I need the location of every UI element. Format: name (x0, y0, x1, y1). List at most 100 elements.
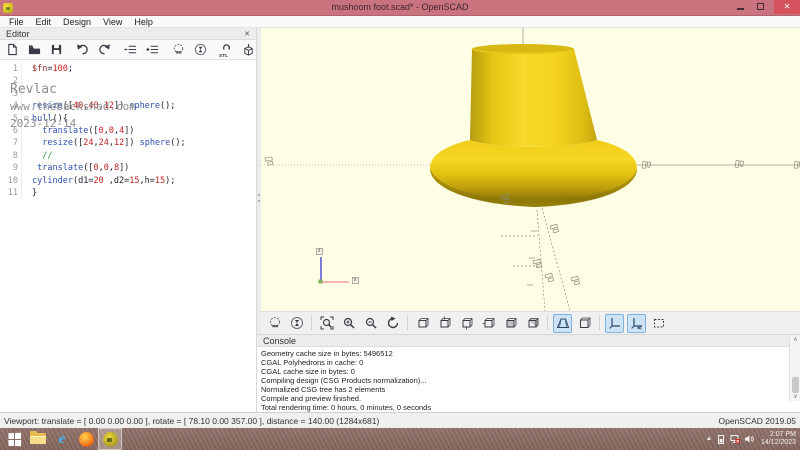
code-line[interactable]: 6 translate([0,0,4]) (0, 125, 256, 137)
render-button[interactable] (192, 42, 208, 58)
menu-design[interactable]: Design (58, 17, 96, 27)
view-left-button[interactable] (479, 314, 498, 333)
editor-title: Editor (6, 29, 30, 39)
preview-button[interactable] (170, 42, 186, 58)
editor-close-icon[interactable]: ✕ (244, 30, 250, 38)
code-line[interactable]: 4resize([40,40,12]) sphere(); (0, 100, 256, 112)
console-line: Normalized CSG tree has 2 elements (261, 385, 786, 394)
fold-marker (22, 100, 30, 112)
new-file-icon (6, 43, 19, 56)
fold-marker (22, 150, 30, 162)
scroll-thumb[interactable] (792, 377, 799, 393)
maximize-button[interactable] (752, 0, 768, 14)
splitter-dot (258, 200, 260, 202)
battery-icon[interactable] (716, 434, 726, 444)
title-bar[interactable]: mushoom foot.scad* - OpenSCAD ✕ (0, 0, 800, 16)
undo-icon (76, 43, 89, 56)
scroll-up-icon[interactable]: ∧ (790, 336, 800, 343)
version-label: OpenSCAD 2019.05 (719, 416, 797, 426)
preview-button-viewport[interactable] (265, 314, 284, 333)
show-crosshairs-button[interactable] (649, 314, 668, 333)
code-line[interactable]: 5⊟hull(){ (0, 113, 256, 125)
code-line[interactable]: 1$fn=100; (0, 63, 256, 75)
line-number: 6 (0, 125, 22, 137)
speaker-icon[interactable] (744, 434, 754, 444)
code-line[interactable]: 10cylinder(d1=20 ,d2=15,h=15); (0, 175, 256, 187)
show-scale-markers-button[interactable] (627, 314, 646, 333)
view-top-button[interactable] (435, 314, 454, 333)
reset-view-button[interactable] (383, 314, 402, 333)
toolbar-separator (599, 316, 600, 330)
code-line[interactable]: 2 (0, 75, 256, 87)
perspective-icon (556, 316, 570, 330)
maximize-icon (757, 3, 764, 10)
viewport-status: Viewport: translate = [ 0.00 0.00 0.00 ]… (4, 416, 379, 426)
console-scrollbar[interactable]: ∧ ∨ (789, 335, 800, 401)
view-back-button[interactable] (523, 314, 542, 333)
code-editor[interactable]: Revlac www.thebackshed.com 2023-12-14 1$… (0, 60, 256, 199)
redo-button[interactable] (97, 42, 113, 58)
unindent-icon (124, 43, 137, 56)
editor-header[interactable]: Editor ✕ (0, 28, 256, 40)
firefox-button[interactable] (74, 428, 98, 450)
toolbar-separator (311, 316, 312, 330)
view-back-icon (526, 316, 540, 330)
minimize-button[interactable] (732, 0, 748, 14)
console-header[interactable]: Console ✕ (257, 335, 800, 347)
view-top-icon (438, 316, 452, 330)
indent-button[interactable] (144, 42, 160, 58)
show-axes-button[interactable] (605, 314, 624, 333)
openscad-taskbar-button[interactable] (98, 428, 122, 450)
firefox-icon (79, 432, 94, 447)
menu-help[interactable]: Help (129, 17, 158, 27)
menu-file[interactable]: File (4, 17, 29, 27)
export-stl-button[interactable]: STL (218, 42, 234, 58)
unindent-button[interactable] (123, 42, 139, 58)
export-3d-button[interactable] (240, 42, 256, 58)
code-line[interactable]: 7 resize([24,24,12]) sphere(); (0, 137, 256, 149)
toolbar-separator (407, 316, 408, 330)
open-button[interactable] (27, 42, 43, 58)
view-front-button[interactable] (501, 314, 520, 333)
zoom-in-button[interactable] (339, 314, 358, 333)
model-render (261, 28, 800, 311)
start-button[interactable] (2, 428, 26, 450)
perspective-button[interactable] (553, 314, 572, 333)
close-button[interactable]: ✕ (774, 0, 800, 14)
file-explorer-button[interactable] (26, 428, 50, 450)
save-icon (50, 43, 63, 56)
hidden-icons-button[interactable]: ▲ (706, 436, 712, 442)
orthogonal-button[interactable] (575, 314, 594, 333)
zoom-all-button[interactable] (317, 314, 336, 333)
view-right-button[interactable] (413, 314, 432, 333)
gizmo-z-label: z (316, 248, 323, 255)
menu-edit[interactable]: Edit (31, 17, 57, 27)
clock[interactable]: 2:07 PM 14/12/2023 (761, 431, 796, 447)
3d-viewport[interactable]: z x (261, 28, 800, 311)
zoom-out-button[interactable] (361, 314, 380, 333)
console-line: CGAL Polyhedrons in cache: 0 (261, 358, 786, 367)
new-file-button[interactable] (5, 42, 21, 58)
fold-marker[interactable]: ⊟ (22, 113, 30, 125)
code-line[interactable]: 8 // (0, 150, 256, 162)
fold-marker (22, 88, 30, 100)
code-line[interactable]: 11} (0, 187, 256, 199)
console-line: Geometry cache size in bytes: 5496512 (261, 349, 786, 358)
fold-marker (22, 137, 30, 149)
code-line[interactable]: 9 translate([0,0,8]) (0, 162, 256, 174)
viewport-toolbar (261, 311, 800, 334)
menu-view[interactable]: View (98, 17, 127, 27)
internet-explorer-button[interactable]: e (50, 428, 74, 450)
scroll-down-icon[interactable]: ∨ (790, 393, 800, 400)
undo-button[interactable] (75, 42, 91, 58)
console-output[interactable]: Geometry cache size in bytes: 5496512CGA… (257, 347, 800, 413)
save-button[interactable] (49, 42, 65, 58)
openscad-window: mushoom foot.scad* - OpenSCAD ✕ File Edi… (0, 0, 800, 450)
render-button-viewport[interactable] (287, 314, 306, 333)
reset-view-icon (386, 316, 400, 330)
network-icon[interactable] (730, 434, 740, 444)
view-bottom-button[interactable] (457, 314, 476, 333)
preview-icon (172, 43, 185, 56)
view-right-icon (416, 316, 430, 330)
code-line[interactable]: 3 (0, 88, 256, 100)
